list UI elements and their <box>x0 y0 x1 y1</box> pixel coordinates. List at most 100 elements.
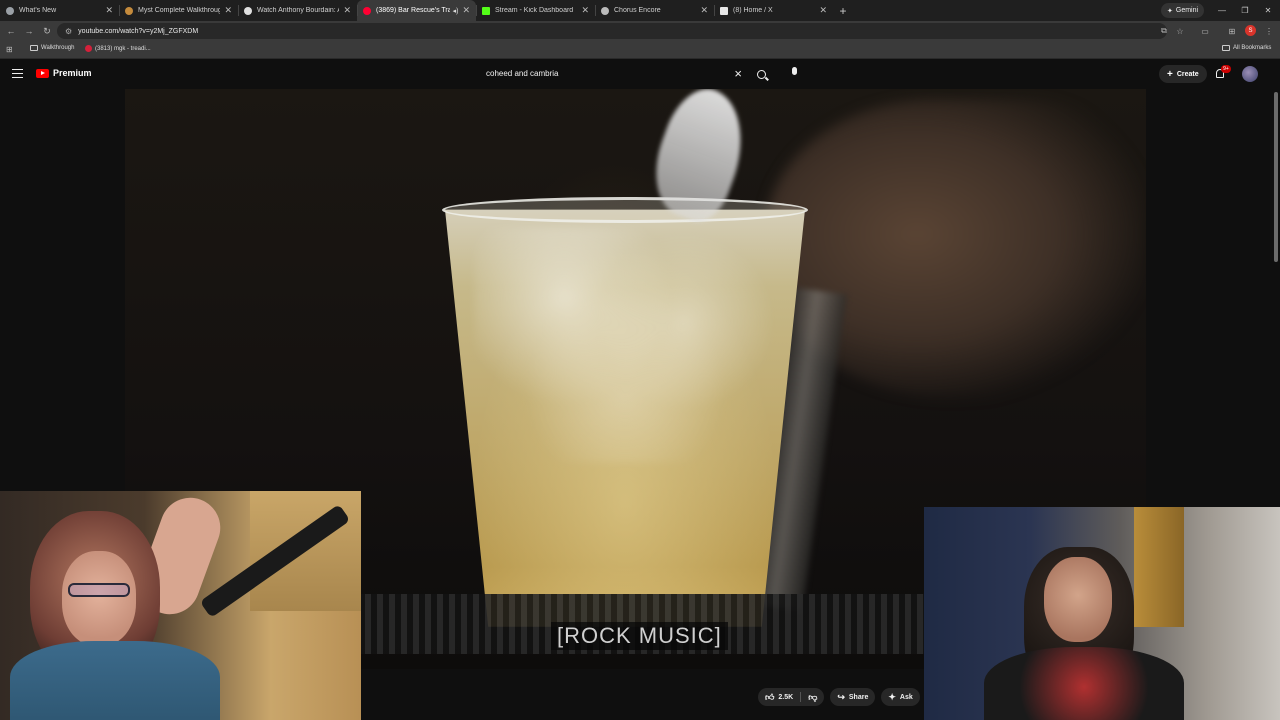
bookmark-star-icon[interactable]: ☆ <box>1174 25 1186 37</box>
webcam-background <box>1134 507 1184 627</box>
clear-search-icon[interactable]: × <box>734 66 742 81</box>
browser-toolbar: ← → ↻ ⚙ youtube.com/watch?v=y2Mj_ZGFXDM … <box>0 21 1280 41</box>
search-query: coheed and cambria <box>486 69 559 78</box>
thumbs-up-icon: 👍︎ <box>765 691 775 702</box>
apps-icon[interactable]: ⊞ <box>6 45 13 54</box>
reload-button[interactable]: ↻ <box>40 24 54 38</box>
close-icon[interactable]: ✕ <box>700 5 708 16</box>
bookmark-label: Walkthrough <box>41 45 75 51</box>
thumbs-down-icon[interactable]: 👎︎ <box>808 692 817 703</box>
create-button[interactable]: + Create <box>1159 65 1207 83</box>
youtube-favicon-icon <box>363 6 371 15</box>
search-button[interactable] <box>752 65 770 83</box>
bookmark-label: (3813) mgk - treadi... <box>95 45 151 52</box>
tab-title: Chorus Encore <box>614 7 661 14</box>
tab-whats-new[interactable]: What's New ✕ <box>0 0 119 21</box>
search-input[interactable]: coheed and cambria × <box>477 63 749 84</box>
youtube-header: Premium coheed and cambria × + Create 9+ <box>0 59 1280 89</box>
sparkle-icon: ✦ <box>888 691 896 702</box>
gemini-button[interactable]: ✦ Gemini <box>1161 3 1205 18</box>
speaker-icon[interactable]: ◂) <box>453 7 459 15</box>
search-icon <box>756 69 766 79</box>
media-control-icon[interactable]: ▭ <box>1199 25 1211 37</box>
divider <box>800 692 802 702</box>
tab-title: What's New <box>19 7 57 14</box>
gear-icon <box>6 6 14 15</box>
youtube-premium-logo[interactable]: Premium <box>36 68 92 78</box>
create-label: Create <box>1176 70 1199 78</box>
notifications-button[interactable]: 9+ <box>1214 65 1231 80</box>
close-icon[interactable]: ✕ <box>819 5 827 16</box>
close-icon[interactable]: ✕ <box>343 5 351 16</box>
all-bookmarks-label: All Bookmarks <box>1233 45 1272 51</box>
tab-bar-rescue-youtube[interactable]: (3869) Bar Rescue's Trainin ◂) ✕ <box>357 0 476 21</box>
webcam-right <box>924 507 1280 720</box>
share-icon: ↪ <box>837 691 845 702</box>
bookmark-walkthrough[interactable]: Walkthrough <box>30 45 74 51</box>
url-text: youtube.com/watch?v=y2Mj_ZGFXDM <box>78 27 199 35</box>
tab-chorus-encore[interactable]: Chorus Encore ✕ <box>595 0 714 21</box>
all-bookmarks[interactable]: All Bookmarks <box>1222 45 1271 51</box>
page-scrollbar[interactable] <box>1274 92 1278 262</box>
folder-icon <box>30 45 38 51</box>
video-frame-cup <box>445 209 805 627</box>
video-actions: 👍︎ 2.5K 👎︎ ↪ Share ✦ Ask <box>758 687 920 707</box>
tab-title: Myst Complete Walkthrough - <box>138 7 221 14</box>
tab-myst-walkthrough[interactable]: Myst Complete Walkthrough - ✕ <box>119 0 238 21</box>
extensions-icon[interactable]: ⊞ <box>1226 25 1238 37</box>
close-icon[interactable]: ✕ <box>581 5 589 16</box>
forward-button[interactable]: → <box>22 24 36 38</box>
menu-kebab-icon[interactable]: ⋮ <box>1263 25 1275 37</box>
brand-label: Premium <box>53 68 92 78</box>
close-window-button[interactable]: ✕ <box>1257 0 1279 21</box>
tab-title: Stream - Kick Dashboard <box>495 7 574 14</box>
address-bar[interactable]: ⚙ youtube.com/watch?v=y2Mj_ZGFXDM <box>57 23 1167 39</box>
share-label: Share <box>848 693 869 701</box>
youtube-play-icon <box>36 68 49 78</box>
youtube-favicon-icon <box>85 45 92 52</box>
kick-favicon-icon <box>482 6 490 15</box>
voice-search-button[interactable] <box>789 67 799 81</box>
notification-badge: 9+ <box>1221 65 1231 73</box>
share-button[interactable]: ↪ Share <box>830 688 876 706</box>
tab-anthony-bourdain[interactable]: Watch Anthony Bourdain: A Co ✕ <box>238 0 357 21</box>
plus-icon: + <box>1167 68 1173 80</box>
gemini-label: Gemini <box>1175 7 1199 14</box>
tab-title: (3869) Bar Rescue's Trainin <box>376 7 450 14</box>
hamburger-menu-icon[interactable] <box>12 69 23 78</box>
close-icon[interactable]: ✕ <box>105 5 113 16</box>
webcam-face <box>62 551 136 646</box>
site-favicon-icon <box>125 6 133 15</box>
video-caption: [ROCK MUSIC] <box>551 622 728 650</box>
close-icon[interactable]: ✕ <box>462 5 470 16</box>
webcam-shirt <box>10 641 220 720</box>
browser-tab-strip: What's New ✕ Myst Complete Walkthrough -… <box>0 0 1280 21</box>
install-icon[interactable]: ⧉ <box>1158 25 1170 37</box>
like-button[interactable]: 👍︎ 2.5K 👎︎ <box>758 688 825 706</box>
microphone-icon <box>791 67 797 75</box>
close-icon[interactable]: ✕ <box>224 5 232 16</box>
tab-title: Watch Anthony Bourdain: A Co <box>257 7 339 14</box>
minimize-button[interactable]: — <box>1211 0 1233 21</box>
video-frame-cup-rim <box>442 197 808 223</box>
tab-kick-dashboard[interactable]: Stream - Kick Dashboard ✕ <box>476 0 595 21</box>
site-favicon-icon <box>601 6 609 15</box>
site-favicon-icon <box>244 6 252 15</box>
profile-extension-icon[interactable]: S <box>1245 25 1256 36</box>
back-button[interactable]: ← <box>4 24 18 38</box>
folder-icon <box>1222 45 1230 51</box>
ask-label: Ask <box>899 693 913 701</box>
webcam-left <box>0 491 361 720</box>
tab-title: (8) Home / X <box>733 7 773 14</box>
bookmarks-bar: ⊞ Walkthrough (3813) mgk - treadi... All… <box>0 41 1280 59</box>
restore-button[interactable]: ❐ <box>1234 0 1256 21</box>
avatar[interactable] <box>1242 66 1258 82</box>
bookmark-mgk[interactable]: (3813) mgk - treadi... <box>85 45 151 52</box>
webcam-shirt <box>984 647 1184 720</box>
new-tab-button[interactable]: + <box>833 0 853 21</box>
like-count: 2.5K <box>778 693 794 701</box>
site-info-icon[interactable]: ⚙ <box>65 27 72 36</box>
webcam-glasses <box>68 583 130 597</box>
ask-button[interactable]: ✦ Ask <box>881 688 920 706</box>
tab-x-home[interactable]: (8) Home / X ✕ <box>714 0 833 21</box>
